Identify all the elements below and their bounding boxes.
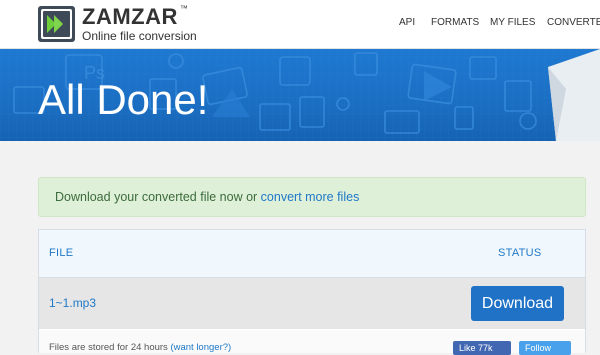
table-row: 1~1.mp3 Download: [39, 278, 585, 329]
want-longer-link[interactable]: (want longer?): [170, 342, 231, 353]
page-title: All Done!: [38, 76, 209, 123]
storage-notice-text: Files are stored for 24 hours: [49, 342, 171, 353]
zamzar-logo-icon[interactable]: [38, 6, 75, 42]
results-table: FILE STATUS 1~1.mp3 Download Files are s…: [38, 229, 586, 355]
storage-notice: Files are stored for 24 hours (want long…: [49, 342, 231, 353]
download-button[interactable]: Download: [471, 286, 564, 321]
nav-item-converter[interactable]: CONVERTER: [547, 17, 600, 28]
converted-file-name[interactable]: 1~1.mp3: [49, 296, 96, 310]
site-header: ZAMZAR ™ Online file conversion API FORMA…: [0, 0, 600, 49]
twitter-follow-button[interactable]: Follow: [519, 341, 571, 355]
success-alert: Download your converted file now or conv…: [38, 177, 586, 217]
nav-item-formats[interactable]: FORMATS: [431, 17, 479, 28]
brand-tagline: Online file conversion: [82, 29, 197, 43]
brand-name[interactable]: ZAMZAR ™: [82, 4, 188, 30]
alert-message-text: Download your converted file now or: [55, 190, 261, 204]
brand-text: ZAMZAR: [82, 4, 178, 29]
alert-message: Download your converted file now or conv…: [55, 190, 359, 204]
nav-item-my-files[interactable]: MY FILES: [490, 17, 535, 28]
page-banner: Ps All Done!: [0, 49, 600, 141]
facebook-like-button[interactable]: Like 77k: [453, 341, 511, 355]
table-header: FILE STATUS: [39, 230, 585, 278]
storage-notice-row: Files are stored for 24 hours (want long…: [39, 330, 585, 355]
trademark-mark: ™: [179, 4, 189, 13]
nav-item-api[interactable]: API: [399, 17, 415, 28]
column-header-file: FILE: [49, 247, 74, 259]
convert-more-files-link[interactable]: convert more files: [261, 190, 360, 204]
column-header-status: STATUS: [498, 247, 542, 259]
